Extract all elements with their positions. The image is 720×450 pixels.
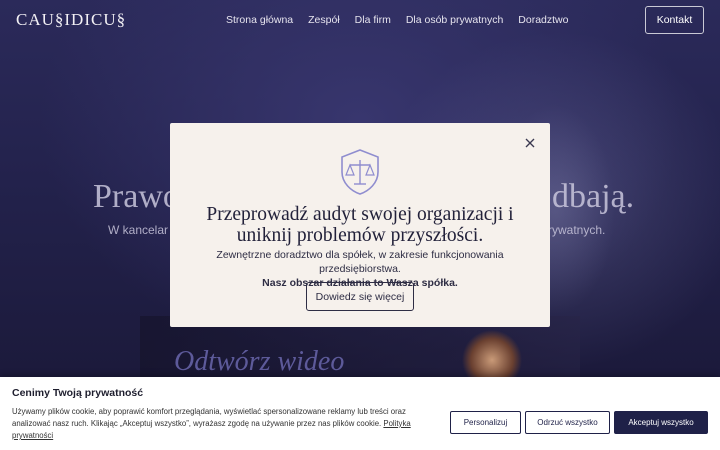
close-icon[interactable]: [524, 137, 536, 149]
main-nav: Strona główna Zespół Dla firm Dla osób p…: [226, 14, 584, 26]
play-video-link[interactable]: Odtwórz wideo: [174, 346, 344, 378]
nav-item-team[interactable]: Zespół: [308, 14, 340, 26]
nav-item-home[interactable]: Strona główna: [226, 14, 293, 26]
personalize-button[interactable]: Personalizuj: [450, 411, 521, 434]
cookie-text-body: Używamy plików cookie, aby poprawić komf…: [12, 407, 406, 428]
modal-description-text: Zewnętrzne doradztwo dla spółek, w zakre…: [216, 249, 504, 275]
modal-title: Przeprowadź audyt swojej organizacji i u…: [206, 204, 514, 246]
cookie-banner: Cenimy Twoją prywatność Używamy plików c…: [0, 377, 720, 450]
accept-all-button[interactable]: Akceptuj wszystko: [614, 411, 708, 434]
site-header: CAU§IDICU§ Strona główna Zespół Dla firm…: [0, 0, 720, 40]
nav-item-individuals[interactable]: Dla osób prywatnych: [406, 14, 503, 26]
shield-scales-icon: [341, 149, 379, 195]
cookie-text: Używamy plików cookie, aby poprawić komf…: [12, 406, 432, 442]
cookie-title: Cenimy Twoją prywatność: [12, 387, 144, 399]
nav-item-business[interactable]: Dla firm: [355, 14, 391, 26]
hero-subtitle-left: W kancelar: [108, 223, 169, 237]
hero-subtitle-right: rywatnych.: [548, 223, 606, 237]
reject-all-button[interactable]: Odrzuć wszystko: [525, 411, 610, 434]
contact-button[interactable]: Kontakt: [645, 6, 704, 34]
nav-item-consulting[interactable]: Doradztwo: [518, 14, 568, 26]
hero-title-left: Prawo: [93, 178, 180, 215]
hero-title-right: dbają.: [552, 178, 635, 215]
site-logo[interactable]: CAU§IDICU§: [16, 10, 126, 30]
learn-more-button[interactable]: Dowiedz się więcej: [306, 282, 414, 311]
